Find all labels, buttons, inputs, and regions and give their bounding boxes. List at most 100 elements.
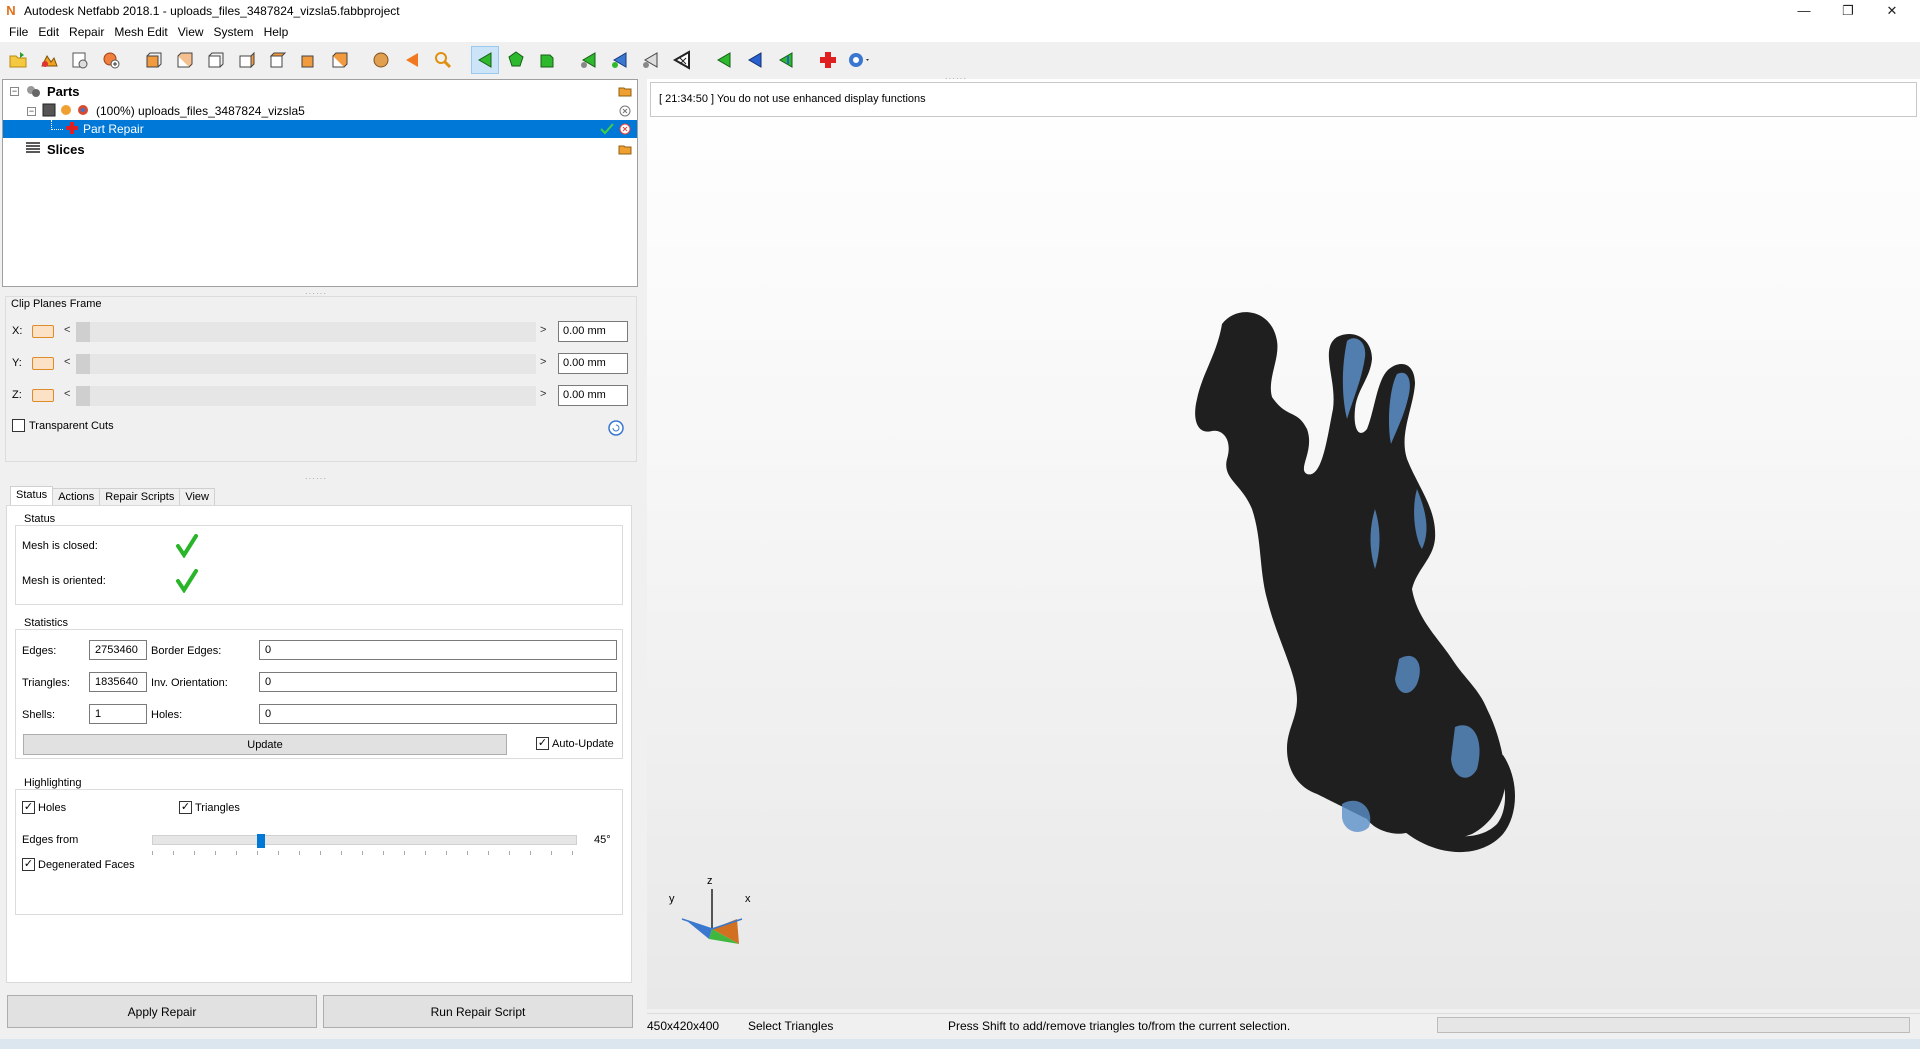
- clip-toggle[interactable]: [32, 389, 54, 402]
- view-bottom-icon[interactable]: [294, 46, 322, 74]
- clip-slider[interactable]: [76, 354, 536, 374]
- update-button[interactable]: Update: [23, 734, 507, 755]
- window-title: Autodesk Netfabb 2018.1 - uploads_files_…: [24, 4, 400, 18]
- new-project-icon[interactable]: [66, 46, 94, 74]
- view-right-icon[interactable]: [232, 46, 260, 74]
- tab-status[interactable]: Status: [10, 486, 54, 507]
- add-part-icon[interactable]: [35, 46, 63, 74]
- auto-update-checkbox[interactable]: ✓: [536, 737, 549, 750]
- triangles-highlight-option[interactable]: ✓ Triangles: [179, 801, 240, 814]
- edges-from-label: Edges from: [22, 834, 79, 846]
- view-back-icon[interactable]: [170, 46, 198, 74]
- clip-slider[interactable]: [76, 322, 536, 342]
- apply-check-icon[interactable]: [599, 122, 615, 136]
- transparent-cuts-checkbox[interactable]: [12, 419, 25, 432]
- prev-icon[interactable]: [710, 46, 738, 74]
- view-iso-icon[interactable]: [325, 46, 353, 74]
- splitter-handle[interactable]: ······: [305, 289, 327, 298]
- minimize-button[interactable]: —: [1782, 0, 1826, 22]
- triangles-label: Triangles:: [22, 677, 70, 689]
- auto-update-option[interactable]: ✓ Auto-Update: [536, 737, 614, 750]
- remove-icon[interactable]: [668, 46, 696, 74]
- status-group: [15, 525, 623, 605]
- clip-increment[interactable]: >: [540, 324, 546, 336]
- apply-repair-button[interactable]: Apply Repair: [7, 995, 317, 1028]
- holes-highlight-checkbox[interactable]: ✓: [22, 801, 35, 814]
- clip-increment[interactable]: >: [540, 356, 546, 368]
- degenerated-faces-option[interactable]: ✓ Degenerated Faces: [22, 858, 135, 871]
- dog-model[interactable]: [1195, 312, 1515, 853]
- color-icon[interactable]: [76, 104, 90, 119]
- clip-toggle[interactable]: [32, 325, 54, 338]
- close-window-button[interactable]: ✕: [1870, 0, 1914, 22]
- select-shells-icon[interactable]: [533, 46, 561, 74]
- shading-icon[interactable]: [367, 46, 395, 74]
- clip-slider[interactable]: [76, 386, 536, 406]
- help-icon[interactable]: [845, 46, 873, 74]
- clip-value-field[interactable]: 0.00 mm: [558, 385, 628, 406]
- tree-row-part-repair[interactable]: Part Repair: [3, 120, 637, 138]
- collapse-toggle[interactable]: −: [10, 86, 19, 96]
- clip-decrement[interactable]: <: [64, 324, 70, 336]
- back-icon[interactable]: [772, 46, 800, 74]
- clip-value-field[interactable]: 0.00 mm: [558, 353, 628, 374]
- transparent-cuts-option[interactable]: Transparent Cuts: [12, 419, 114, 432]
- menu-edit[interactable]: Edit: [33, 25, 64, 39]
- select-triangles-icon[interactable]: [471, 46, 499, 74]
- view-top-icon[interactable]: [263, 46, 291, 74]
- mark-icon[interactable]: [606, 46, 634, 74]
- add-with-options-icon[interactable]: [97, 46, 125, 74]
- menu-bar: File Edit Repair Mesh Edit View System H…: [0, 22, 1920, 42]
- clip-slider-thumb[interactable]: [76, 386, 90, 406]
- holes-highlight-option[interactable]: ✓ Holes: [22, 801, 66, 814]
- unmark-icon[interactable]: [637, 46, 665, 74]
- menu-mesh-edit[interactable]: Mesh Edit: [109, 25, 172, 39]
- undo-view-icon[interactable]: [398, 46, 426, 74]
- status-group-title: Status: [21, 513, 59, 525]
- splitter-handle[interactable]: ······: [945, 74, 967, 83]
- menu-system[interactable]: System: [209, 25, 259, 39]
- cancel-repair-icon[interactable]: [617, 122, 633, 136]
- tree-row-part[interactable]: − (100%) uploads_files_3487824_vizsla5: [3, 102, 637, 120]
- remove-part-icon[interactable]: [617, 104, 633, 118]
- view-left-icon[interactable]: [201, 46, 229, 74]
- add-triangle-icon[interactable]: [575, 46, 603, 74]
- menu-help[interactable]: Help: [259, 25, 294, 39]
- folder-icon[interactable]: [617, 142, 633, 156]
- 3d-viewport[interactable]: z x y: [647, 79, 1920, 1009]
- visibility-icon[interactable]: [59, 104, 73, 119]
- clip-decrement[interactable]: <: [64, 388, 70, 400]
- clip-increment[interactable]: >: [540, 388, 546, 400]
- reset-clip-icon[interactable]: [607, 419, 625, 440]
- tree-row-parts[interactable]: − Parts: [3, 82, 637, 100]
- menu-view[interactable]: View: [173, 25, 209, 39]
- zoom-icon[interactable]: [429, 46, 457, 74]
- folder-icon[interactable]: [617, 84, 633, 98]
- clip-value-field[interactable]: 0.00 mm: [558, 321, 628, 342]
- clip-slider-thumb[interactable]: [76, 322, 90, 342]
- shells-value: 1: [89, 704, 147, 724]
- status-mode: Select Triangles: [748, 1019, 834, 1033]
- degenerated-faces-checkbox[interactable]: ✓: [22, 858, 35, 871]
- clip-decrement[interactable]: <: [64, 356, 70, 368]
- edges-from-slider-thumb[interactable]: [256, 834, 265, 848]
- view-front-icon[interactable]: [139, 46, 167, 74]
- repair-icon[interactable]: [814, 46, 842, 74]
- clip-slider-thumb[interactable]: [76, 354, 90, 374]
- model-canvas[interactable]: z x y: [647, 79, 1920, 1009]
- edges-from-slider[interactable]: [152, 834, 577, 848]
- next-icon[interactable]: [741, 46, 769, 74]
- restore-button[interactable]: ❐: [1826, 0, 1870, 22]
- clip-toggle[interactable]: [32, 357, 54, 370]
- tree-row-slices[interactable]: Slices: [3, 140, 637, 158]
- toolbar: [0, 43, 1920, 77]
- triangles-highlight-checkbox[interactable]: ✓: [179, 801, 192, 814]
- menu-file[interactable]: File: [4, 25, 33, 39]
- menu-repair[interactable]: Repair: [64, 25, 109, 39]
- open-project-icon[interactable]: [4, 46, 32, 74]
- splitter-handle[interactable]: ······: [305, 474, 327, 483]
- run-repair-script-button[interactable]: Run Repair Script: [323, 995, 633, 1028]
- select-surfaces-icon[interactable]: [502, 46, 530, 74]
- collapse-toggle[interactable]: −: [27, 106, 36, 116]
- part-repair-label: Part Repair: [83, 122, 144, 136]
